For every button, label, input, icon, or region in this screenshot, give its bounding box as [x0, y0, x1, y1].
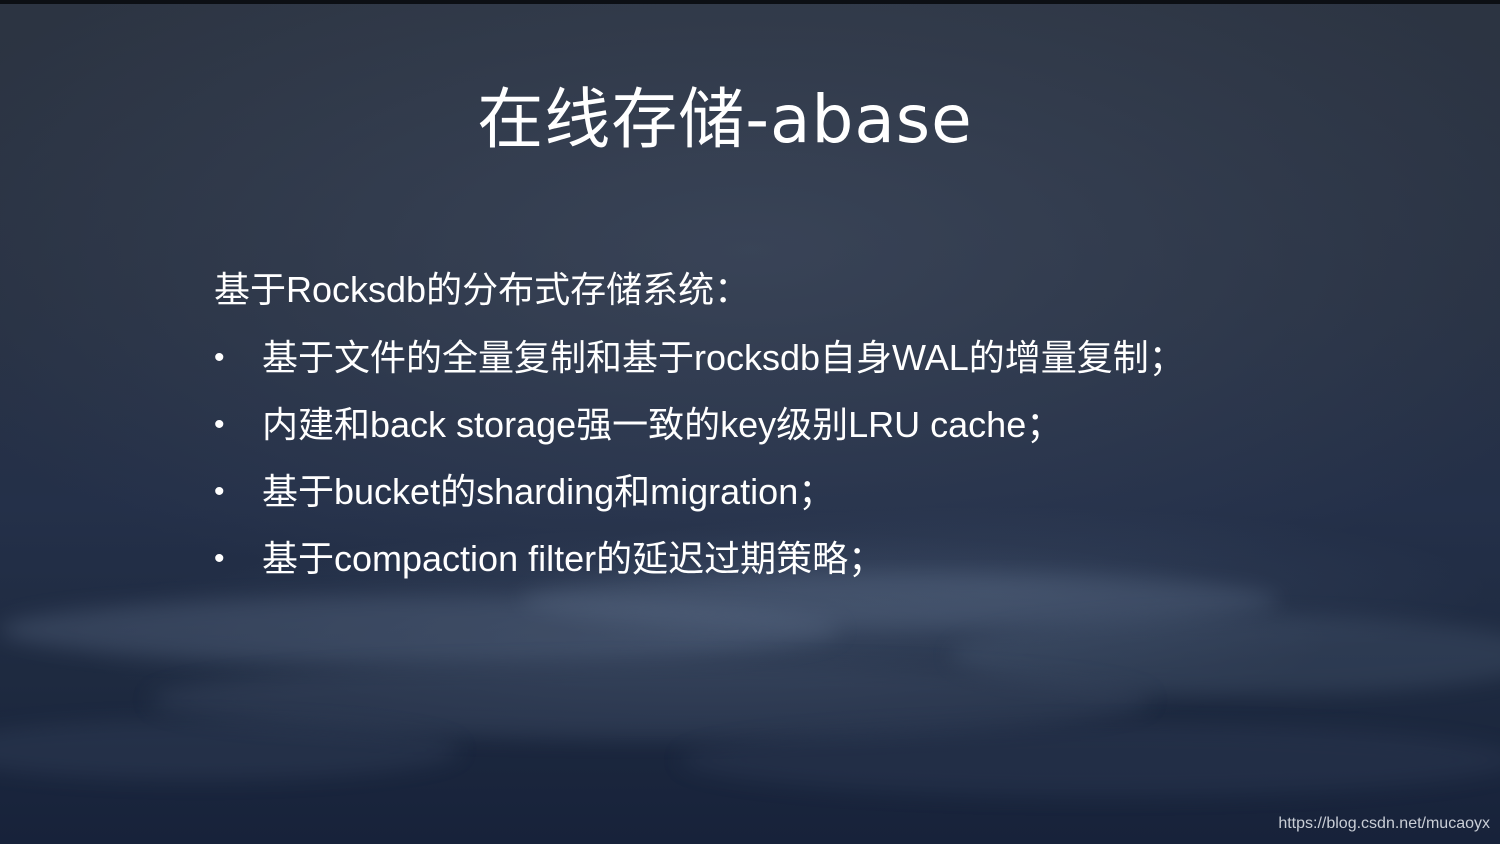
- bullet-text: 基于文件的全量复制和基于rocksdb自身WAL的增量复制；: [262, 337, 1185, 378]
- bullet-text: 基于compaction filter的延迟过期策略；: [262, 538, 885, 579]
- bullet-dot-icon: •: [214, 542, 225, 575]
- bullet-dot-icon: •: [214, 408, 225, 441]
- bullet-dot-icon: •: [214, 475, 225, 508]
- bullet-text: 内建和back storage强一致的key级别LRU cache；: [262, 404, 1063, 445]
- bullet-item: • 基于compaction filter的延迟过期策略；: [214, 531, 1394, 598]
- slide-content: 基于Rocksdb的分布式存储系统： • 基于文件的全量复制和基于rocksdb…: [214, 262, 1394, 598]
- slide-title: 在线存储-abase: [0, 78, 1500, 162]
- bullet-text: 基于bucket的sharding和migration；: [262, 471, 835, 512]
- watermark-url: https://blog.csdn.net/mucaoyx: [1278, 815, 1490, 832]
- slide-title-text: 在线存储-abase: [477, 81, 973, 158]
- bullet-list: • 基于文件的全量复制和基于rocksdb自身WAL的增量复制； • 内建和ba…: [214, 330, 1394, 598]
- bullet-dot-icon: •: [214, 341, 225, 374]
- cloud-background-image: [0, 572, 1500, 796]
- top-border: [0, 0, 1500, 4]
- bullet-item: • 基于文件的全量复制和基于rocksdb自身WAL的增量复制；: [214, 330, 1394, 397]
- intro-text: 基于Rocksdb的分布式存储系统：: [214, 269, 751, 310]
- slide: 在线存储-abase 基于Rocksdb的分布式存储系统： • 基于文件的全量复…: [0, 0, 1500, 844]
- bullet-item: • 内建和back storage强一致的key级别LRU cache；: [214, 397, 1394, 464]
- bullet-item: • 基于bucket的sharding和migration；: [214, 464, 1394, 531]
